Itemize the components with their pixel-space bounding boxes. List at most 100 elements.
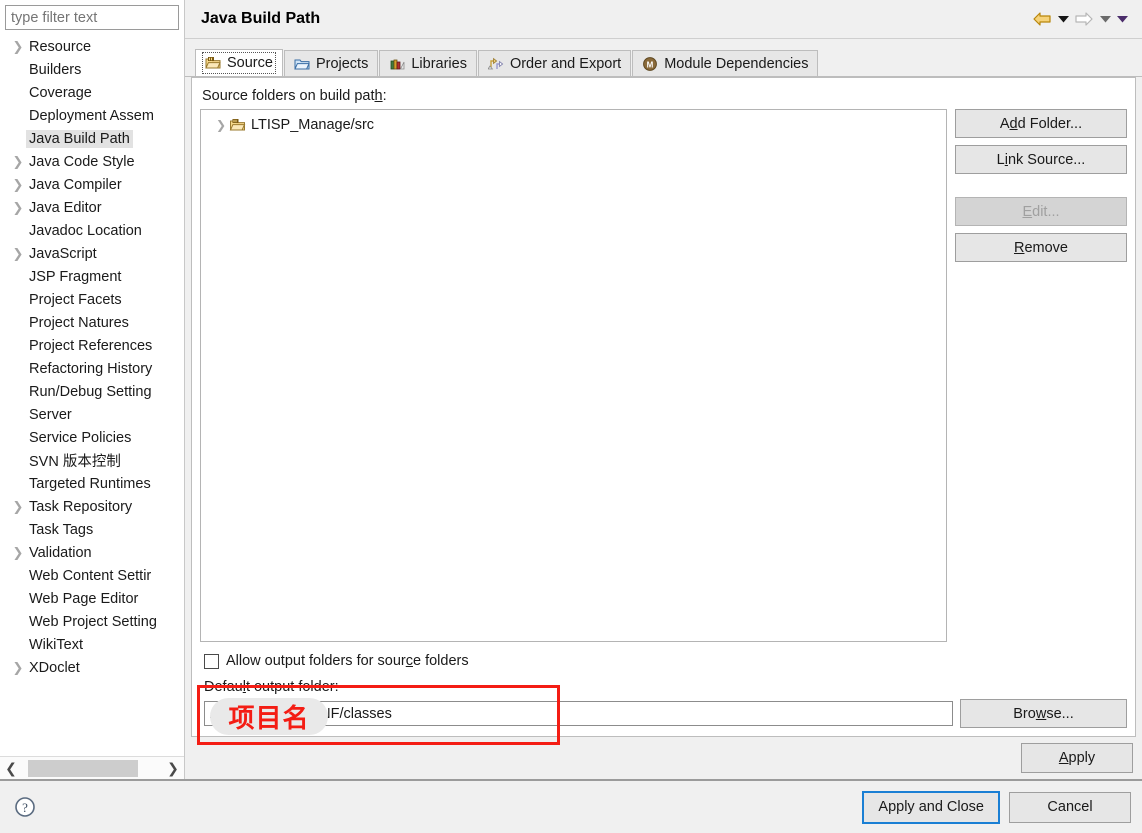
allow-output-folders-row[interactable]: Allow output folders for source folders (204, 653, 1127, 669)
sidebar-item-label: Resource (29, 38, 92, 55)
default-output-folder-input[interactable] (204, 701, 953, 726)
footer-buttons: Apply and Close Cancel (862, 790, 1131, 824)
chevron-right-icon[interactable]: ❯ (10, 500, 26, 513)
link-source-button[interactable]: Li nk Source... (955, 145, 1127, 174)
source-folders-tree[interactable]: ❯ LTISP_Manage/src (200, 109, 947, 642)
chevron-left-icon[interactable]: ❮ (0, 757, 22, 779)
sidebar-item-web-page-editor[interactable]: ❯Web Page Editor (0, 587, 184, 610)
default-output-folder-row: Browse... (204, 699, 1127, 728)
sidebar-item-project-references[interactable]: ❯Project References (0, 334, 184, 357)
chevron-right-icon[interactable]: ❯ (10, 155, 26, 168)
scrollbar-track[interactable] (22, 757, 162, 779)
sidebar-item-java-build-path[interactable]: ❯Java Build Path (0, 127, 184, 150)
sidebar-item-project-facets[interactable]: ❯Project Facets (0, 288, 184, 311)
back-menu-chevron-down-icon[interactable] (1058, 15, 1069, 23)
sidebar-item-refactoring-history[interactable]: ❯Refactoring History (0, 357, 184, 380)
sidebar-item-validation[interactable]: ❯ Validation (0, 541, 184, 564)
preferences-sidebar: ❯Resource❯Builders❯Coverage❯Deployment A… (0, 0, 185, 779)
chevron-right-icon[interactable]: ❯ (10, 546, 26, 559)
tree-indent-spacer: ❯ (10, 63, 26, 76)
page-title: Java Build Path (201, 10, 321, 27)
sidebar-item-project-natures[interactable]: ❯Project Natures (0, 311, 184, 334)
sidebar-item-label: Web Project Setting (29, 613, 157, 630)
help-question-icon[interactable]: ? (14, 796, 36, 818)
sidebar-item-web-content-settir[interactable]: ❯Web Content Settir (0, 564, 184, 587)
tree-indent-spacer: ❯ (10, 615, 26, 628)
source-action-buttons: Add Folder... Li nk Source... Edit... Remove (955, 109, 1127, 642)
sidebar-item-javadoc-location[interactable]: ❯Javadoc Location (0, 219, 184, 242)
chevron-right-icon[interactable]: ❯ (213, 118, 229, 132)
tree-indent-spacer: ❯ (10, 454, 26, 467)
sidebar-item-targeted-runtimes[interactable]: ❯Targeted Runtimes (0, 472, 184, 495)
tab-label: Libraries (411, 55, 467, 72)
chevron-right-icon[interactable]: ❯ (10, 178, 26, 191)
sidebar-item-coverage[interactable]: ❯Coverage (0, 81, 184, 104)
svg-text:M: M (647, 60, 654, 69)
source-folders-label: Source folders on build path: (202, 88, 387, 104)
sidebar-item-javascript[interactable]: ❯ JavaScript (0, 242, 184, 265)
scrollbar-thumb[interactable] (28, 759, 138, 777)
tree-indent-spacer: ❯ (10, 408, 26, 421)
forward-arrow-icon[interactable] (1075, 11, 1094, 27)
sidebar-item-java-code-style[interactable]: ❯ Java Code Style (0, 150, 184, 173)
sidebar-item-label: Java Code Style (29, 153, 135, 170)
source-folder-row[interactable]: ❯ LTISP_Manage/src (201, 114, 946, 136)
chevron-right-icon[interactable]: ❯ (10, 40, 26, 53)
tree-indent-spacer: ❯ (10, 362, 26, 375)
tree-indent-spacer: ❯ (10, 477, 26, 490)
cancel-button[interactable]: Cancel (1009, 791, 1131, 823)
tree-indent-spacer: ❯ (10, 86, 26, 99)
tab-label: Module Dependencies (664, 55, 809, 72)
preferences-tree[interactable]: ❯Resource❯Builders❯Coverage❯Deployment A… (0, 32, 184, 756)
sidebar-item-label: Java Build Path (26, 129, 133, 148)
sidebar-item-resource[interactable]: ❯ Resource (0, 35, 184, 58)
view-menu-chevron-down-icon[interactable] (1117, 15, 1128, 23)
sidebar-item-jsp-fragment[interactable]: ❯JSP Fragment (0, 265, 184, 288)
tree-indent-spacer: ❯ (10, 270, 26, 283)
add-folder-button[interactable]: Add Folder... (955, 109, 1127, 138)
projects-folder-icon (294, 59, 310, 69)
sidebar-item-svn[interactable]: ❯SVN 版本控制 (0, 449, 184, 472)
sidebar-item-xdoclet[interactable]: ❯ XDoclet (0, 656, 184, 679)
chevron-right-icon[interactable]: ❯ (10, 247, 26, 260)
apply-button[interactable]: Apply (1021, 743, 1133, 773)
back-arrow-icon[interactable] (1033, 11, 1052, 27)
dialog-body: ❯Resource❯Builders❯Coverage❯Deployment A… (0, 0, 1142, 779)
sidebar-item-builders[interactable]: ❯Builders (0, 58, 184, 81)
sidebar-item-label: SVN 版本控制 (29, 454, 121, 470)
sidebar-item-run-debug-setting[interactable]: ❯Run/Debug Setting (0, 380, 184, 403)
chevron-right-icon[interactable]: ❯ (162, 757, 184, 779)
edit-button: Edit... (955, 197, 1127, 226)
sidebar-item-label: Targeted Runtimes (29, 475, 151, 492)
tree-indent-spacer: ❯ (10, 638, 26, 651)
remove-button[interactable]: Remove (955, 233, 1127, 262)
sidebar-item-wikitext[interactable]: ❯WikiText (0, 633, 184, 656)
allow-output-folders-checkbox[interactable] (204, 653, 219, 669)
sidebar-item-java-compiler[interactable]: ❯ Java Compiler (0, 173, 184, 196)
sidebar-item-service-policies[interactable]: ❯Service Policies (0, 426, 184, 449)
sidebar-item-java-editor[interactable]: ❯ Java Editor (0, 196, 184, 219)
filter-input[interactable] (5, 5, 179, 30)
dialog-footer: ? Apply and Close Cancel (0, 779, 1142, 833)
chevron-right-icon[interactable]: ❯ (10, 201, 26, 214)
sidebar-item-label: Service Policies (29, 429, 132, 446)
sidebar-item-label: Project References (29, 337, 153, 354)
browse-button[interactable]: Bro w se... (960, 699, 1127, 728)
sidebar-item-deployment-assem[interactable]: ❯Deployment Assem (0, 104, 184, 127)
sidebar-horizontal-scrollbar[interactable]: ❮ ❯ (0, 756, 184, 779)
sidebar-item-web-project-setting[interactable]: ❯Web Project Setting (0, 610, 184, 633)
tab-source[interactable]: Source (195, 49, 283, 76)
tab-libraries[interactable]: Libraries (379, 50, 477, 76)
forward-menu-chevron-down-icon[interactable] (1100, 15, 1111, 23)
sidebar-item-server[interactable]: ❯Server (0, 403, 184, 426)
tab-projects[interactable]: Projects (283, 50, 379, 76)
sidebar-item-task-repository[interactable]: ❯ Task Repository (0, 495, 184, 518)
sidebar-item-label: Deployment Assem (29, 107, 154, 124)
tab-module-dependencies[interactable]: M Module Dependencies (632, 50, 819, 76)
tab-strip[interactable]: Source Projects Libraries Order and Export M… (185, 46, 1142, 77)
sidebar-item-task-tags[interactable]: ❯Task Tags (0, 518, 184, 541)
chevron-right-icon[interactable]: ❯ (10, 661, 26, 674)
tab-order-and-export[interactable]: Order and Export (477, 50, 632, 76)
apply-and-close-button[interactable]: Apply and Close (862, 790, 1000, 824)
tab-inner: Projects (294, 56, 368, 72)
